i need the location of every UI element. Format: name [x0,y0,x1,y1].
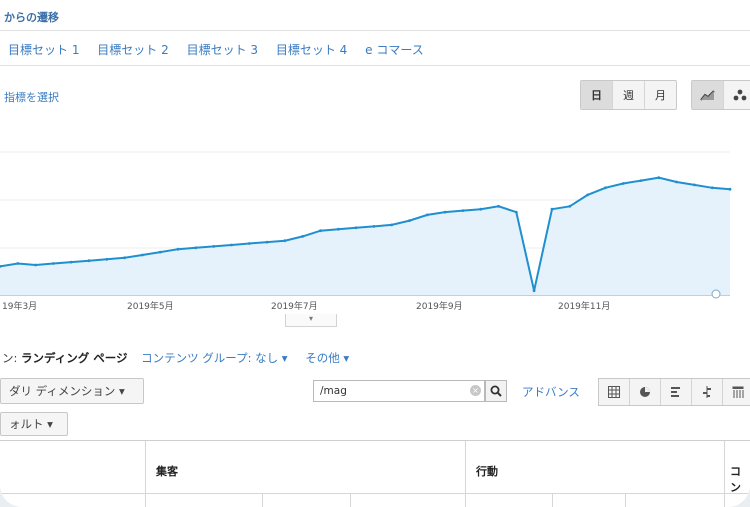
chart-data-point[interactable] [87,259,91,263]
chart-data-point[interactable] [372,225,376,228]
chart-data-point[interactable] [693,183,696,187]
table-header-behavior[interactable]: 行動 [476,463,498,479]
table-column-divider [724,441,725,507]
chart-data-point[interactable] [621,182,625,185]
chart-data-point[interactable] [69,260,73,264]
chart-data-point[interactable] [123,256,126,260]
grid-view-icon[interactable] [599,379,629,405]
primary-dimension-bar: ン: ランディング ページ コンテンツ グループ: なし ▾ その他 ▾ [2,350,349,366]
pivot-view-icon[interactable] [722,379,750,405]
chart-data-point[interactable] [425,213,429,217]
chart-data-point[interactable] [194,246,198,250]
tab-goal-set-4[interactable]: 目標セット 4 [276,43,347,57]
granularity-toggle: 日 週 月 [580,80,677,110]
secondary-dimension-dropdown[interactable]: ダリ ディメンション ▾ [0,378,144,404]
table-filter-input[interactable]: /mag [313,380,485,402]
analytics-report: からの遷移 目標セット 1 目標セット 2 目標セット 3 目標セット 4 e … [0,0,750,507]
chart-data-point[interactable] [141,253,144,257]
chart-data-point[interactable] [247,242,251,245]
table-view-toggle [598,378,750,406]
search-icon [490,385,502,397]
table-header-acquisition[interactable]: 集客 [156,463,178,479]
advanced-filter-link[interactable]: アドバンス [522,384,580,400]
chart-data-point[interactable] [408,219,411,222]
comparison-view-icon[interactable] [691,379,722,405]
chart-data-point[interactable] [16,262,20,265]
sort-type-dropdown[interactable]: ォルト ▾ [0,412,68,436]
chart-data-point[interactable] [657,176,661,180]
clear-icon[interactable]: × [470,385,481,396]
motion-chart-icon[interactable] [723,81,750,109]
chart-data-point[interactable] [212,245,216,248]
chart-data-point[interactable] [319,229,322,233]
chart-end-marker[interactable] [711,289,721,299]
granularity-week-button[interactable]: 週 [612,81,644,109]
chart-data-point[interactable] [34,263,37,267]
chart-data-point[interactable] [479,207,483,211]
line-chart-icon[interactable] [692,81,723,109]
dimension-prefix: ン: [2,351,18,365]
table-subheader-row [0,493,750,494]
chart-resize-handle[interactable]: ▾ [285,314,337,327]
x-tick-label: 2019年7月 [271,302,318,312]
chart-data-point[interactable] [568,204,572,208]
chart-data-point[interactable] [728,187,732,191]
table-column-divider [350,493,351,507]
chart-data-point[interactable] [532,289,536,293]
chart-data-point[interactable] [639,179,643,182]
sessions-chart [0,151,732,299]
chart-data-point[interactable] [604,186,607,190]
x-tick-label: 2019年11月 [558,302,611,312]
chart-data-point[interactable] [390,223,394,227]
x-tick-label: 2019年5月 [127,302,174,312]
chart-data-point[interactable] [301,235,305,238]
table-column-divider [465,441,466,507]
chart-data-point[interactable] [105,257,109,261]
table-column-divider [145,441,146,507]
chart-data-point[interactable] [710,186,714,190]
tab-goal-set-3[interactable]: 目標セット 3 [187,43,258,57]
chart-data-point[interactable] [550,207,554,211]
chart-data-point[interactable] [586,193,589,197]
chart-data-point[interactable] [336,227,340,231]
x-tick-label: 2019年9月 [416,302,463,312]
table-column-divider [625,493,626,507]
chart-data-point[interactable] [158,250,162,254]
bar-view-icon[interactable] [660,379,691,405]
table-column-divider [262,493,263,507]
chart-data-point[interactable] [283,239,287,243]
tab-ecommerce[interactable]: e コマース [365,43,424,57]
divider [0,65,750,66]
chart-data-point[interactable] [443,210,447,214]
table-header-conversion[interactable]: コン [730,463,750,495]
primary-dimension-landing-page[interactable]: ランディング ページ [21,351,127,365]
granularity-day-button[interactable]: 日 [581,81,612,109]
tab-goal-set-2[interactable]: 目標セット 2 [97,43,168,57]
content-group-link[interactable]: コンテンツ グループ: なし ▾ [141,351,287,365]
granularity-month-button[interactable]: 月 [644,81,676,109]
other-dimension-link[interactable]: その他 ▾ [305,351,349,365]
tab-goal-set-1[interactable]: 目標セット 1 [8,43,79,57]
chart-data-point[interactable] [354,226,358,230]
breadcrumb[interactable]: からの遷移 [4,9,59,25]
chart-data-point[interactable] [230,243,233,247]
chart-data-point[interactable] [265,240,269,244]
chart-type-toggle [691,80,750,110]
data-table: 集客 行動 コン [0,440,750,507]
goal-tabs: 目標セット 1 目標セット 2 目標セット 3 目標セット 4 e コマース [8,41,438,58]
pie-view-icon[interactable] [629,379,660,405]
chart-data-point[interactable] [514,210,518,214]
x-tick-label: 19年3月 [2,302,38,312]
chart-data-point[interactable] [675,180,678,184]
table-column-divider [552,493,553,507]
metric-selector[interactable]: 指標を選択 [4,89,59,105]
divider [0,30,750,31]
chart-data-point[interactable] [52,262,55,265]
chart-data-point[interactable] [176,247,180,251]
search-button[interactable] [485,380,507,402]
chart-data-point[interactable] [461,209,465,212]
chart-data-point[interactable] [497,204,500,208]
chart-area-fill [0,177,730,295]
